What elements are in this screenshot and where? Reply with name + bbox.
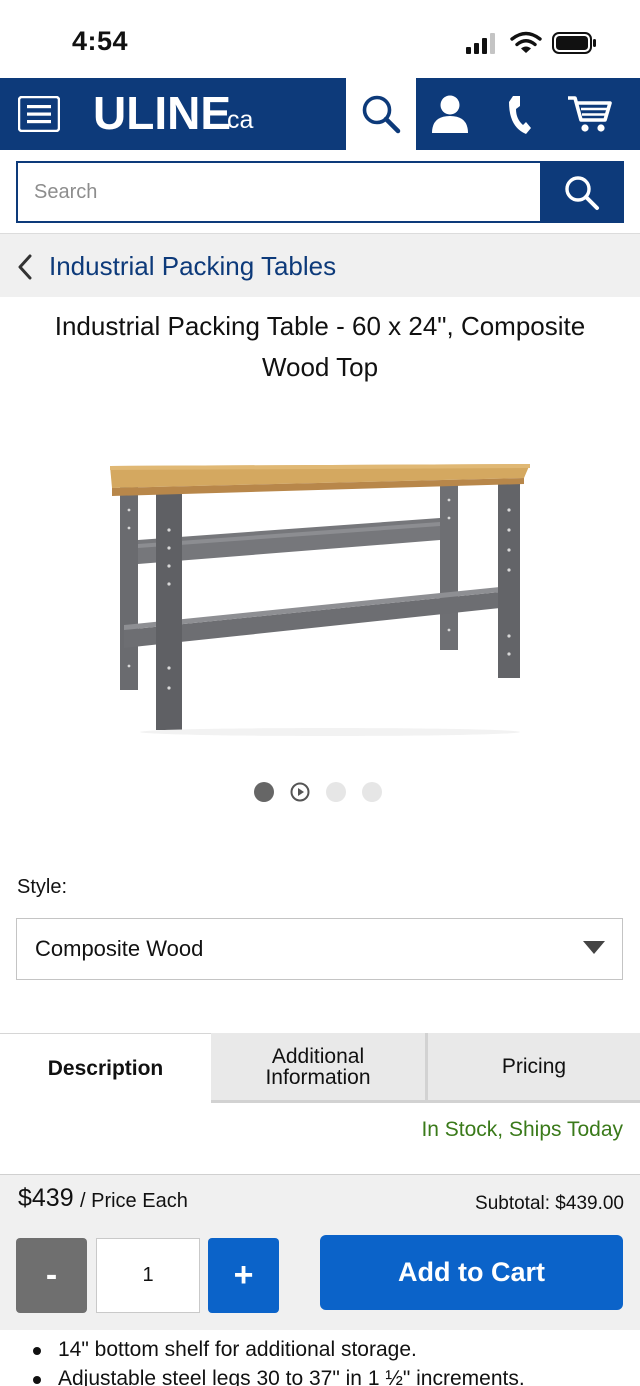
- battery-icon: [552, 32, 596, 54]
- search-input[interactable]: [18, 163, 536, 221]
- logo-domain-suffix: .ca: [220, 106, 254, 134]
- price-unit-label: / Price Each: [80, 1190, 188, 1212]
- subtotal: Subtotal: $439.00: [475, 1193, 624, 1214]
- phone-icon[interactable]: [506, 94, 534, 136]
- search-icon: [565, 176, 599, 210]
- header-actions-bar: [416, 78, 640, 150]
- tab-description[interactable]: Description: [0, 1033, 211, 1103]
- account-icon[interactable]: [430, 94, 470, 134]
- unit-price: $439: [18, 1184, 74, 1212]
- carousel-dot-4[interactable]: [362, 782, 382, 802]
- cellular-signal-icon: [466, 33, 495, 54]
- carousel-dot-3[interactable]: [326, 782, 346, 802]
- decrease-quantity-button[interactable]: -: [16, 1238, 87, 1313]
- bullet-item: 14" bottom shelf for additional storage.: [58, 1338, 417, 1361]
- bullet-marker: [33, 1376, 41, 1384]
- search-toggle-icon[interactable]: [360, 93, 402, 135]
- carousel-dot-1[interactable]: [254, 782, 274, 802]
- status-bar: 4:54: [0, 0, 640, 78]
- play-icon: [290, 782, 310, 802]
- style-selected-value: Composite Wood: [35, 936, 204, 961]
- tab-pricing[interactable]: Pricing: [428, 1033, 640, 1103]
- cart-icon[interactable]: [566, 94, 612, 134]
- increase-quantity-button[interactable]: +: [208, 1238, 279, 1313]
- menu-icon[interactable]: [18, 96, 60, 132]
- stock-status: In Stock, Ships Today: [421, 1118, 623, 1141]
- breadcrumb-link[interactable]: Industrial Packing Tables: [49, 251, 336, 282]
- description-bullets: 14" bottom shelf for additional storage.…: [0, 1330, 640, 1386]
- wifi-icon: [510, 31, 542, 53]
- quantity-input[interactable]: [96, 1238, 200, 1313]
- chevron-left-icon[interactable]: [16, 253, 34, 281]
- tab-additional-information-label: Additional Information: [265, 1044, 371, 1089]
- bullet-marker: [33, 1347, 41, 1355]
- site-header: ULINE .ca: [0, 78, 640, 150]
- add-to-cart-button[interactable]: Add to Cart: [320, 1235, 623, 1310]
- uline-logo[interactable]: ULINE: [93, 86, 231, 140]
- status-time: 4:54: [72, 26, 129, 56]
- search-button[interactable]: [540, 161, 624, 223]
- product-tabs: Description Additional Information Prici…: [0, 1033, 640, 1103]
- bullet-item: Adjustable steel legs 30 to 37" in 1 ½" …: [58, 1367, 525, 1386]
- header-brand-bar: ULINE .ca: [0, 78, 346, 150]
- style-label: Style:: [17, 876, 68, 898]
- carousel-video-dot[interactable]: [290, 782, 310, 802]
- chevron-down-icon: [583, 941, 605, 954]
- tab-additional-information[interactable]: Additional Information: [211, 1033, 428, 1103]
- product-image[interactable]: [100, 440, 540, 740]
- product-title: Industrial Packing Table - 60 x 24", Com…: [54, 311, 586, 382]
